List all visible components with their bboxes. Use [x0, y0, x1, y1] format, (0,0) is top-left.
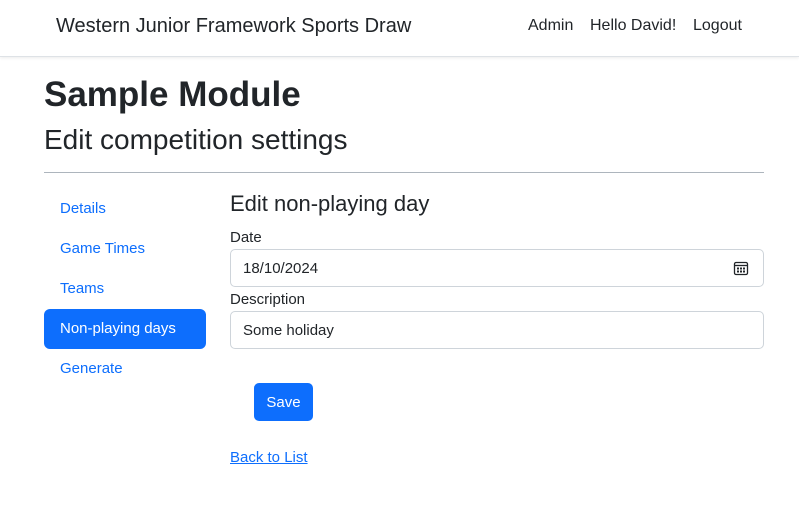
sidebar-item-non-playing-days[interactable]: Non-playing days: [44, 309, 206, 349]
date-label: Date: [230, 229, 262, 246]
date-field[interactable]: [230, 249, 764, 287]
description-field[interactable]: [230, 311, 764, 349]
page-title: Sample Module: [44, 75, 301, 114]
save-button[interactable]: Save: [254, 383, 313, 421]
top-navbar: Western Junior Framework Sports Draw Adm…: [0, 0, 799, 57]
calendar-icon[interactable]: [733, 260, 749, 276]
nav-link-hello-user[interactable]: Hello David!: [590, 17, 676, 35]
nav-link-admin[interactable]: Admin: [528, 17, 573, 35]
back-to-list-link[interactable]: Back to List: [230, 449, 308, 466]
sidebar-nav: Details Game Times Teams Non-playing day…: [44, 189, 206, 389]
sidebar-item-game-times[interactable]: Game Times: [44, 229, 206, 269]
navbar-brand[interactable]: Western Junior Framework Sports Draw: [56, 15, 411, 38]
page-subtitle: Edit competition settings: [44, 124, 348, 155]
form-title: Edit non-playing day: [230, 191, 430, 216]
sidebar-item-teams[interactable]: Teams: [44, 269, 206, 309]
nav-link-logout[interactable]: Logout: [693, 17, 742, 35]
sidebar-item-details[interactable]: Details: [44, 189, 206, 229]
divider: [44, 172, 764, 173]
sidebar-item-generate[interactable]: Generate: [44, 349, 206, 389]
description-label: Description: [230, 291, 306, 308]
